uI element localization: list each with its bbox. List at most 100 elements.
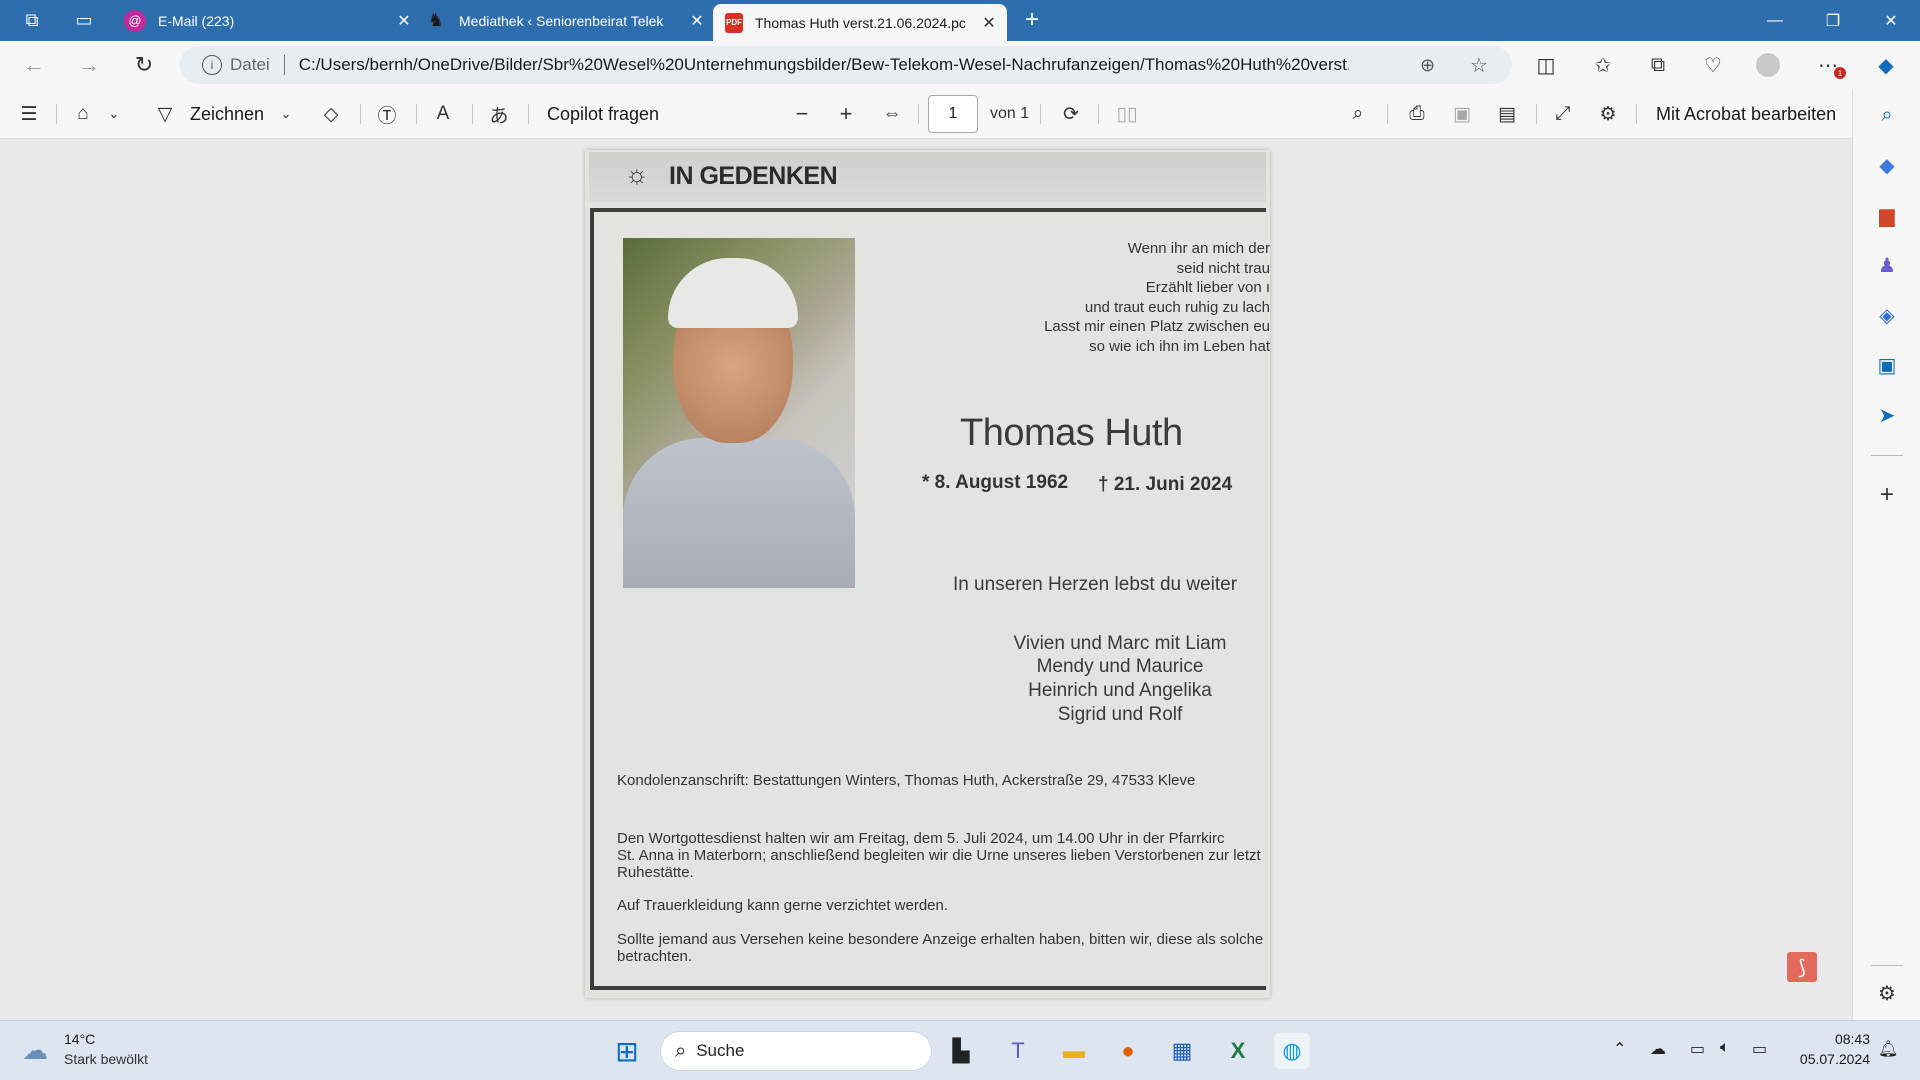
add-icon[interactable]: + — [1873, 481, 1901, 509]
shopping-icon[interactable]: ◆ — [1873, 151, 1901, 179]
back-icon[interactable]: ← — [18, 49, 50, 81]
task-view-icon[interactable]: ▙ — [943, 1033, 979, 1069]
reload-icon[interactable]: ↻ — [128, 49, 160, 81]
tab-pdf[interactable]: PDF Thomas Huth verst.21.06.2024.pc ✕ — [713, 4, 1007, 41]
excel-icon[interactable]: X — [1220, 1033, 1256, 1069]
search-placeholder: Suche — [696, 1041, 745, 1060]
split-screen-icon[interactable]: ◫ — [1530, 49, 1562, 81]
portrait-hair — [668, 258, 798, 328]
translate-icon[interactable]: あ — [484, 99, 514, 129]
copilot-icon[interactable]: ◆ — [1870, 49, 1902, 81]
send-icon[interactable]: ➤ — [1873, 401, 1901, 429]
pdf-icon: PDF — [725, 12, 743, 33]
weather-temp[interactable]: 14°C — [64, 1031, 95, 1047]
battery-icon[interactable]: ▭ — [1752, 1039, 1767, 1059]
microsoft365-icon[interactable]: ◈ — [1873, 301, 1901, 329]
site-info-icon[interactable]: i — [202, 55, 222, 75]
divider — [1871, 455, 1903, 456]
taskbar-search[interactable]: ⌕ Suche — [660, 1031, 932, 1071]
weather-desc[interactable]: Stark bewölkt — [64, 1051, 148, 1067]
store-icon[interactable]: ▦ — [1164, 1033, 1200, 1069]
chevron-down-icon[interactable]: ⌄ — [274, 99, 298, 129]
copilot-ask-button[interactable]: Copilot fragen — [547, 99, 659, 129]
tab-mediathek[interactable]: ♞ Mediathek ‹ Seniorenbeirat Telek ✕ — [425, 0, 707, 41]
zoom-icon[interactable]: ⊕ — [1420, 55, 1435, 76]
fit-page-icon[interactable]: ⇔ — [877, 99, 907, 129]
search-icon[interactable]: ⌕ — [1873, 101, 1901, 129]
eraser-icon[interactable]: ◇ — [316, 99, 346, 129]
fullscreen-icon[interactable]: ⤢ — [1548, 99, 1578, 129]
draw-button[interactable]: Zeichnen — [190, 99, 264, 129]
print-icon[interactable]: ⎙ — [1402, 99, 1432, 129]
search-icon[interactable]: ⌕ — [1343, 99, 1373, 129]
workspaces-icon[interactable]: ⧉ — [20, 8, 44, 32]
weather-icon[interactable]: ☁ — [22, 1035, 48, 1066]
firefox-icon[interactable]: ● — [1110, 1033, 1146, 1069]
text-box-icon[interactable]: Ⓣ — [372, 99, 402, 129]
clock-date[interactable]: 05.07.2024 — [1780, 1051, 1870, 1067]
divider — [1536, 104, 1537, 124]
cloud-icon[interactable]: ☁ — [1650, 1039, 1666, 1059]
browser-essentials-icon[interactable]: ♡ — [1697, 49, 1729, 81]
minimize-button[interactable]: — — [1746, 0, 1804, 41]
divider — [1040, 104, 1041, 124]
chevron-down-icon[interactable]: ⌄ — [102, 99, 126, 129]
poem-line: seid nicht trau — [1176, 260, 1270, 277]
clock-time[interactable]: 08:43 — [1790, 1031, 1870, 1047]
sidebar-settings-icon[interactable]: ⚙ — [1873, 979, 1901, 1007]
zoom-out-icon[interactable]: − — [787, 99, 817, 129]
zoom-in-icon[interactable]: + — [831, 99, 861, 129]
favorite-star-icon[interactable]: ☆ — [1470, 53, 1488, 78]
restore-button[interactable]: ❐ — [1804, 0, 1862, 41]
games-icon[interactable]: ♟ — [1873, 251, 1901, 279]
mail-icon: @ — [124, 9, 146, 32]
condolence-address: Kondolenzanschrift: Bestattungen Winters… — [617, 772, 1196, 789]
tab-email[interactable]: @ E-Mail (223) ✕ — [124, 0, 414, 41]
death-date: † 21. Juni 2024 — [1098, 474, 1233, 495]
contents-icon[interactable]: ☰ — [14, 99, 44, 129]
favorites-icon[interactable]: ✩ — [1587, 49, 1619, 81]
close-tab-icon[interactable]: ✕ — [687, 11, 707, 31]
tab-actions-icon[interactable]: ▭ — [72, 8, 96, 32]
highlight-icon[interactable]: ⌂ — [68, 99, 98, 129]
chevron-up-icon[interactable]: ⌃ — [1613, 1039, 1626, 1059]
rotate-icon[interactable]: ⟳ — [1056, 99, 1086, 129]
edge-sidebar: ⌕ ◆ ▆ ♟ ◈ ▣ ➤ + ⚙ — [1852, 89, 1920, 1020]
notification-bell-icon[interactable]: 🔔︎ — [1878, 1039, 1898, 1059]
url-field[interactable]: i Datei C:/Users/bernh/OneDrive/Bilder/S… — [180, 46, 1512, 84]
new-tab-icon[interactable]: + — [1020, 6, 1044, 33]
note-line: Sollte jemand aus Versehen keine besonde… — [617, 931, 1264, 948]
save-icon[interactable]: ▣ — [1447, 99, 1477, 129]
collections-icon[interactable]: ⧉ — [1642, 49, 1674, 81]
poem-line: Lasst mir einen Platz zwischen eu — [1044, 318, 1270, 335]
save-as-icon[interactable]: ▤ — [1492, 99, 1522, 129]
more-menu-icon[interactable]: ⋯ 1 — [1812, 49, 1846, 81]
outlook-icon[interactable]: ▣ — [1873, 351, 1901, 379]
page-number-input[interactable]: 1 — [928, 95, 978, 133]
volume-icon[interactable]: 🔈︎ — [1720, 1039, 1730, 1057]
profile-icon[interactable] — [1752, 49, 1784, 81]
teams-icon[interactable]: T — [1000, 1033, 1036, 1069]
portrait-shirt — [623, 438, 855, 588]
url-text[interactable]: C:/Users/bernh/OneDrive/Bilder/Sbr%20Wes… — [299, 55, 1349, 75]
edit-with-acrobat-button[interactable]: Mit Acrobat bearbeiten — [1656, 99, 1836, 129]
read-aloud-icon[interactable]: A︎ — [428, 99, 458, 129]
tools-icon[interactable]: ▆ — [1873, 201, 1901, 229]
page-view-icon[interactable]: ▯▯ — [1112, 99, 1142, 129]
forward-icon[interactable]: → — [73, 49, 105, 81]
acrobat-icon[interactable]: ⟆ — [1787, 952, 1817, 982]
divider — [472, 104, 473, 124]
divider — [1098, 104, 1099, 124]
start-icon[interactable]: ⊞ — [609, 1033, 645, 1069]
notification-badge: 1 — [1834, 67, 1846, 79]
divider — [1387, 104, 1388, 124]
settings-icon[interactable]: ⚙ — [1593, 99, 1623, 129]
pdf-page: ☼ IN GEDENKEN Wenn ihr an mich der seid … — [585, 150, 1270, 998]
draw-icon[interactable]: ▽ — [150, 99, 180, 129]
network-icon[interactable]: ▭ — [1690, 1039, 1705, 1059]
close-tab-icon[interactable]: ✕ — [394, 11, 414, 31]
close-window-button[interactable]: ✕ — [1862, 0, 1920, 41]
file-explorer-icon[interactable]: ▬ — [1056, 1033, 1092, 1069]
close-tab-icon[interactable]: ✕ — [979, 13, 999, 33]
edge-icon[interactable]: ◍ — [1274, 1033, 1310, 1069]
